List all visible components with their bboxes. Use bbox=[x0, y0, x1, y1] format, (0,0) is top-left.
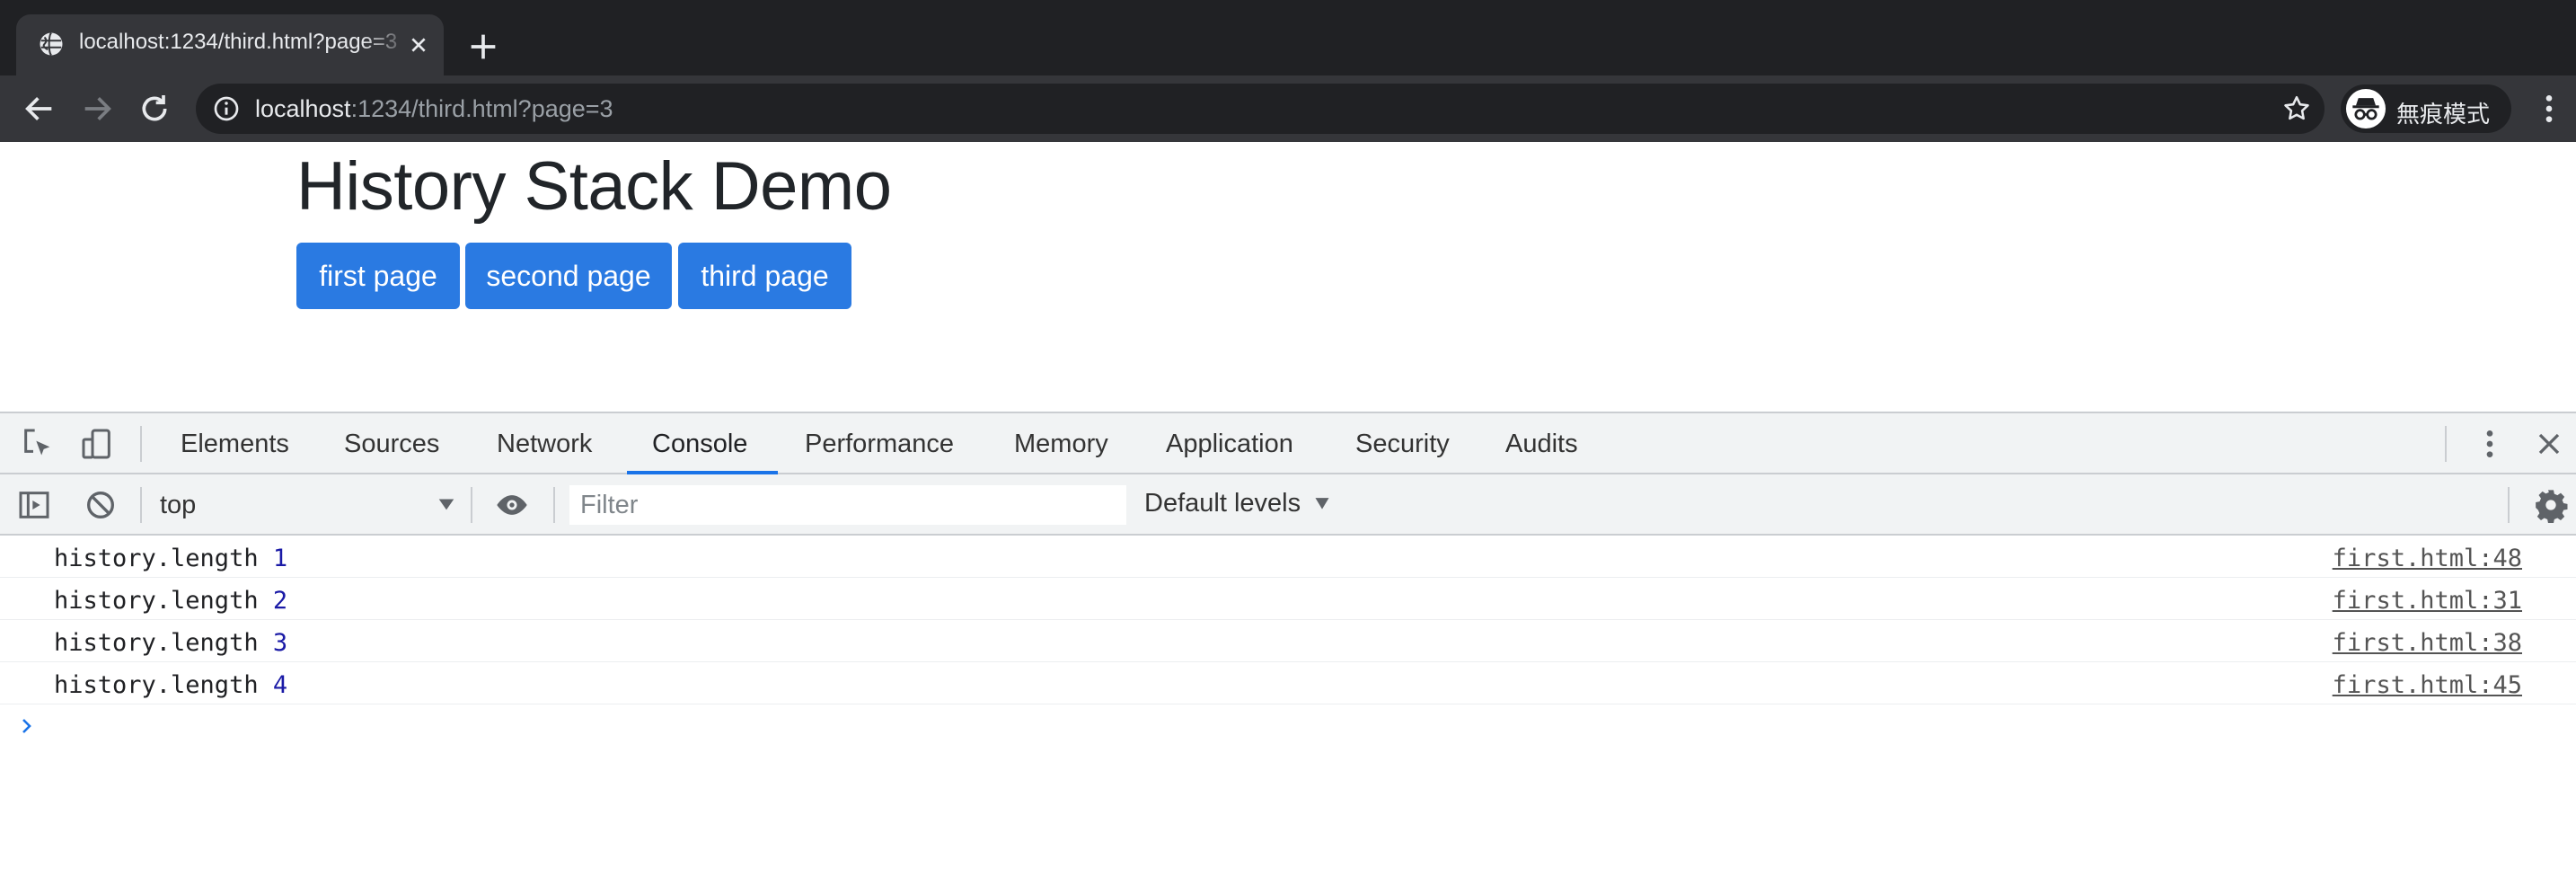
tab-network[interactable]: Network bbox=[497, 430, 592, 459]
log-value: 1 bbox=[272, 545, 288, 572]
toolbar-divider bbox=[2508, 487, 2510, 523]
url-text: localhost:1234/third.html?page=3 bbox=[255, 95, 613, 123]
info-icon[interactable] bbox=[212, 94, 241, 123]
log-source-link[interactable]: first.html:48 bbox=[2333, 545, 2522, 572]
first-page-button[interactable]: first page bbox=[296, 243, 460, 309]
browser-toolbar: localhost:1234/third.html?page=3 無痕模式 bbox=[0, 75, 2576, 142]
tab-sources[interactable]: Sources bbox=[344, 430, 439, 459]
clear-console-icon[interactable] bbox=[83, 487, 119, 523]
url-path: :1234/third.html?page=3 bbox=[350, 95, 613, 122]
device-toolbar-icon[interactable] bbox=[79, 426, 115, 462]
tab-title: localhost:1234/third.html?page=3 bbox=[79, 30, 398, 54]
toolbar-divider bbox=[2445, 426, 2447, 462]
incognito-profile-button[interactable]: 無痕模式 bbox=[2341, 84, 2511, 133]
tab-application[interactable]: Application bbox=[1166, 430, 1293, 459]
address-bar[interactable]: localhost:1234/third.html?page=3 bbox=[196, 84, 2325, 134]
log-text: history.length bbox=[54, 671, 273, 699]
incognito-icon bbox=[2352, 98, 2379, 120]
tab-performance[interactable]: Performance bbox=[805, 430, 954, 459]
inspect-element-icon[interactable] bbox=[20, 426, 56, 462]
forward-icon[interactable] bbox=[79, 91, 115, 127]
log-value: 2 bbox=[272, 587, 288, 615]
eye-icon[interactable] bbox=[494, 487, 530, 523]
browser-tab[interactable]: localhost:1234/third.html?page=3 bbox=[16, 14, 444, 75]
url-host: localhost bbox=[255, 95, 351, 122]
log-levels-dropdown[interactable]: Default levels bbox=[1144, 489, 1301, 518]
log-message: history.length 4 bbox=[54, 671, 287, 699]
show-sidebar-icon[interactable] bbox=[16, 487, 52, 523]
back-icon[interactable] bbox=[22, 91, 57, 127]
log-source-link[interactable]: first.html:31 bbox=[2333, 587, 2522, 615]
context-value: top bbox=[160, 491, 197, 519]
reload-icon[interactable] bbox=[137, 91, 172, 127]
devtools-menu-icon[interactable] bbox=[2472, 426, 2508, 462]
tab-audits[interactable]: Audits bbox=[1505, 430, 1578, 459]
log-value: 4 bbox=[272, 671, 288, 699]
gear-icon[interactable] bbox=[2533, 487, 2569, 523]
console-message: history.length 1 first.html:48 bbox=[0, 536, 2576, 578]
bookmark-star-icon[interactable] bbox=[2281, 93, 2312, 124]
dropdown-triangle-icon bbox=[1315, 498, 1329, 509]
filter-input[interactable] bbox=[569, 485, 1126, 525]
log-message: history.length 3 bbox=[54, 629, 287, 657]
log-message: history.length 1 bbox=[54, 545, 287, 572]
log-message: history.length 2 bbox=[54, 587, 287, 615]
globe-icon bbox=[40, 31, 63, 57]
devtools-panel: Elements Sources Network Console Perform… bbox=[0, 412, 2576, 886]
chevron-right-icon bbox=[22, 719, 31, 733]
console-toolbar: top Default levels bbox=[0, 474, 2576, 536]
toolbar-divider bbox=[140, 426, 142, 462]
log-source-link[interactable]: first.html:45 bbox=[2333, 671, 2522, 699]
console-message: history.length 2 first.html:31 bbox=[0, 578, 2576, 620]
page-content: History Stack Demo first page second pag… bbox=[0, 142, 2576, 412]
avatar bbox=[2346, 89, 2386, 128]
log-source-link[interactable]: first.html:38 bbox=[2333, 629, 2522, 657]
tab-elements[interactable]: Elements bbox=[181, 430, 289, 459]
toolbar-divider bbox=[553, 487, 555, 523]
second-page-button[interactable]: second page bbox=[465, 243, 672, 309]
third-page-button[interactable]: third page bbox=[678, 243, 851, 309]
toolbar-divider bbox=[471, 487, 472, 523]
log-text: history.length bbox=[54, 629, 273, 657]
close-icon[interactable] bbox=[404, 31, 433, 59]
kebab-menu-icon[interactable] bbox=[2531, 91, 2567, 127]
dropdown-triangle-icon bbox=[438, 499, 454, 510]
new-tab-icon[interactable] bbox=[465, 29, 501, 65]
tab-strip: localhost:1234/third.html?page=3 bbox=[0, 0, 2576, 75]
console-message: history.length 4 first.html:45 bbox=[0, 662, 2576, 704]
tab-security[interactable]: Security bbox=[1355, 430, 1450, 459]
context-selector[interactable]: top bbox=[160, 489, 456, 521]
devtools-tab-bar: Elements Sources Network Console Perform… bbox=[0, 413, 2576, 474]
console-output: history.length 1 first.html:48 history.l… bbox=[0, 536, 2576, 746]
log-value: 3 bbox=[272, 629, 288, 657]
close-devtools-icon[interactable] bbox=[2531, 426, 2567, 462]
tab-console[interactable]: Console bbox=[652, 430, 747, 459]
log-text: history.length bbox=[54, 587, 273, 615]
console-message: history.length 3 first.html:38 bbox=[0, 620, 2576, 662]
page-title: History Stack Demo bbox=[296, 148, 892, 225]
console-prompt[interactable] bbox=[0, 704, 2576, 746]
profile-label: 無痕模式 bbox=[2396, 102, 2491, 128]
log-text: history.length bbox=[54, 545, 273, 572]
toolbar-divider bbox=[140, 487, 142, 523]
tab-memory[interactable]: Memory bbox=[1014, 430, 1108, 459]
